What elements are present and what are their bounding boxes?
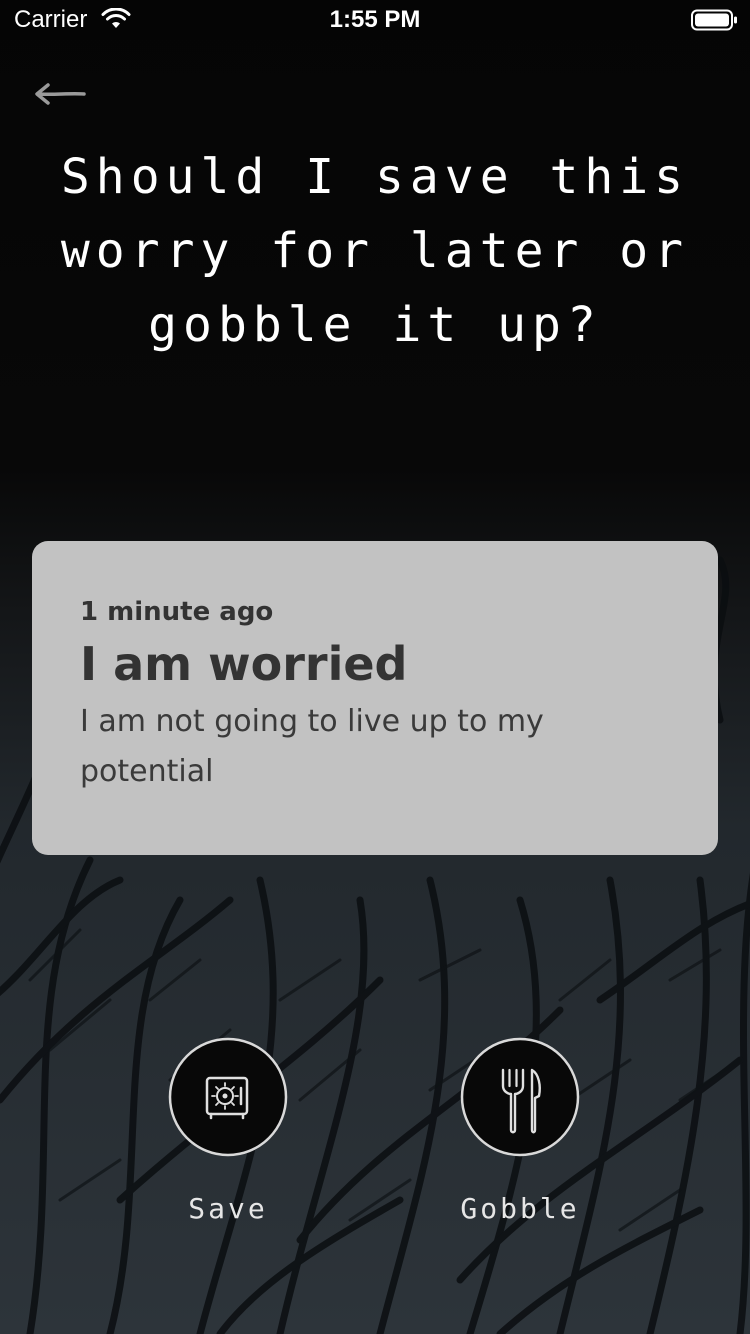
gobble-label: Gobble bbox=[460, 1192, 580, 1225]
worry-title: I am worried bbox=[80, 637, 408, 691]
page-title: Should I save this worry for later or go… bbox=[60, 149, 690, 353]
back-arrow-icon bbox=[35, 83, 86, 105]
safe-icon bbox=[168, 1037, 288, 1157]
status-bar: Carrier 1:55 PM bbox=[0, 0, 750, 40]
save-button[interactable]: Save bbox=[158, 1036, 298, 1236]
gobble-button[interactable]: Gobble bbox=[450, 1036, 590, 1236]
save-label: Save bbox=[188, 1192, 268, 1225]
worry-body: I am not going to live up to my potentia… bbox=[80, 704, 544, 789]
battery-icon bbox=[691, 9, 737, 31]
worry-card: 1 minute ago I am worried I am not going… bbox=[32, 541, 718, 855]
worry-timestamp: 1 minute ago bbox=[80, 597, 274, 627]
clock-time: 1:55 PM bbox=[329, 6, 421, 33]
back-button[interactable] bbox=[30, 74, 92, 114]
fork-knife-icon bbox=[460, 1037, 580, 1157]
